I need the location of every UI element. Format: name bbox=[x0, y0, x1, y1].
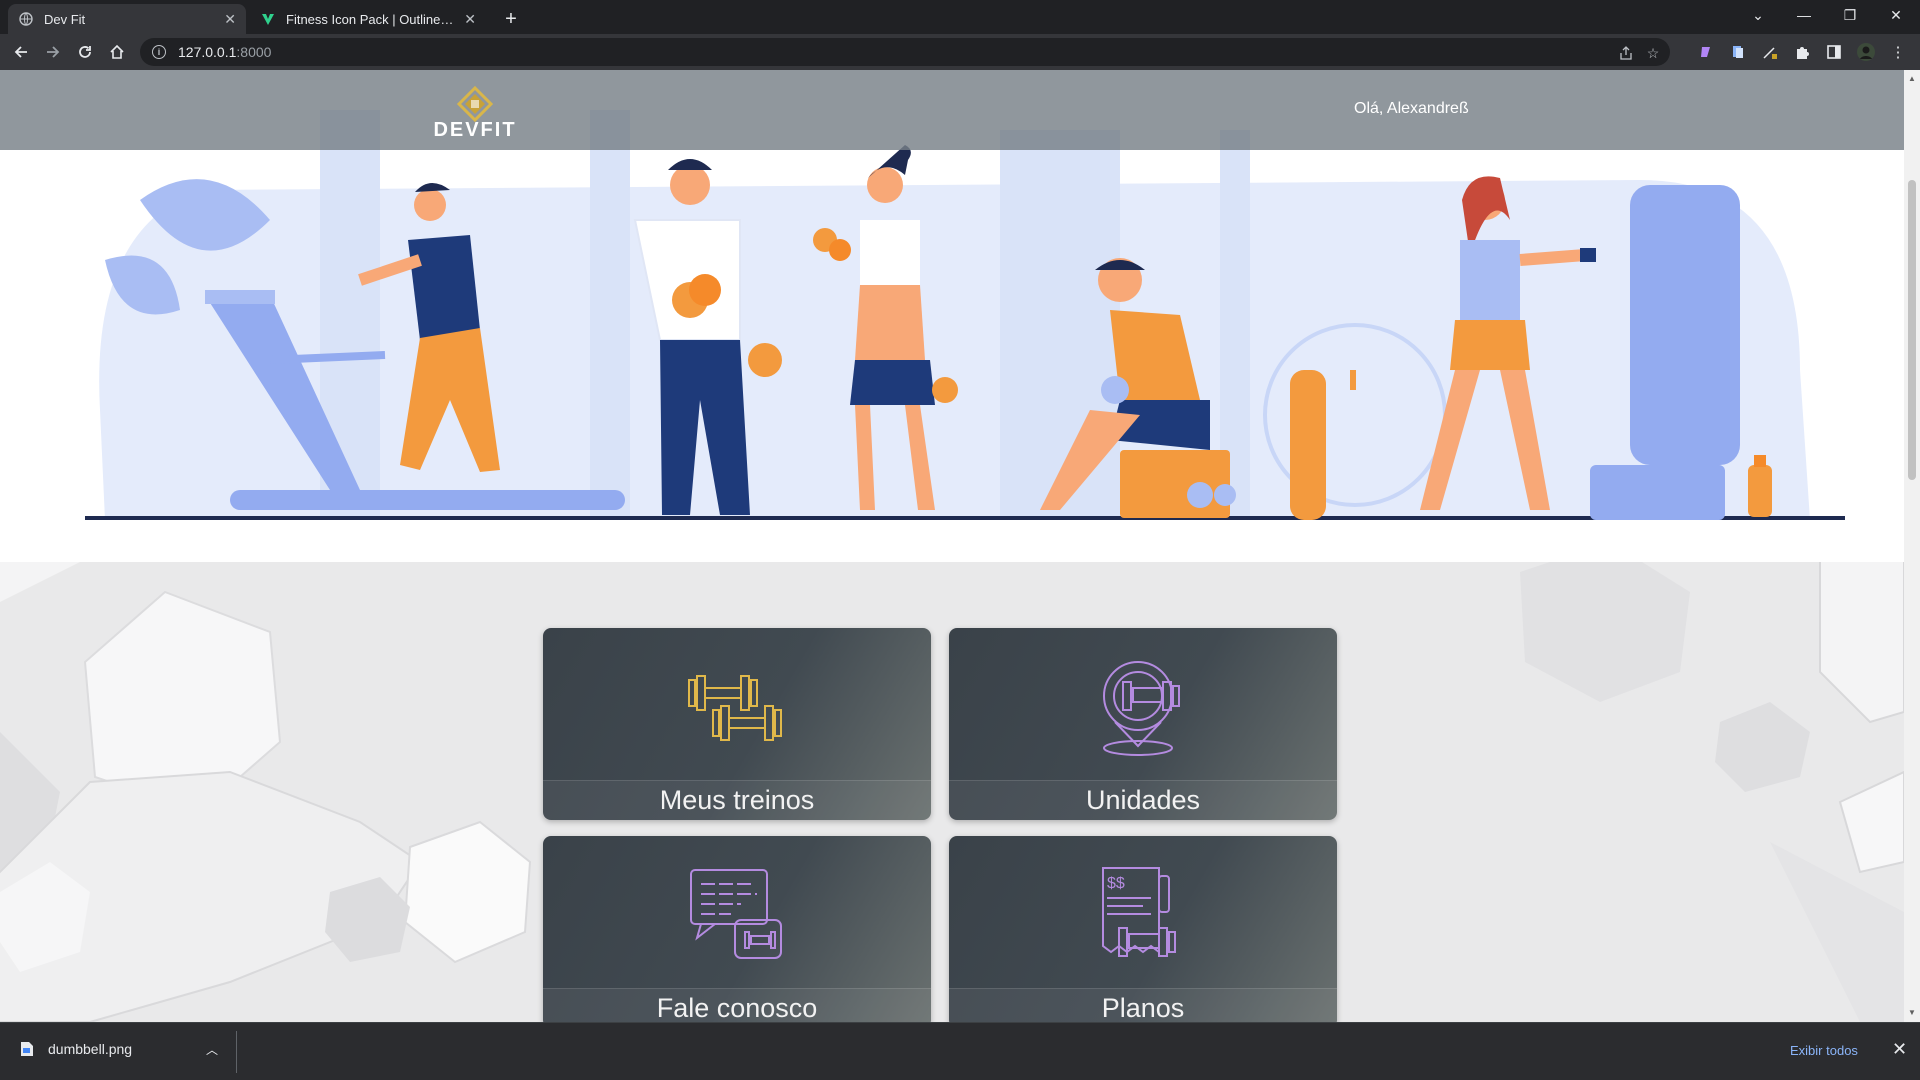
extension-purple-icon[interactable] bbox=[1696, 42, 1716, 62]
chrome-menu-icon[interactable]: ⋮ bbox=[1888, 42, 1908, 62]
window-close-button[interactable]: ✕ bbox=[1873, 0, 1919, 30]
site-navbar: DEVFIT Olá, Alexandreß bbox=[0, 70, 1904, 150]
chat-dumbbell-icon bbox=[690, 869, 782, 959]
page-viewport: DEVFIT Olá, Alexandreß Meus treinos Unid… bbox=[0, 70, 1904, 1022]
close-downloads-icon[interactable]: ✕ bbox=[1892, 1039, 1907, 1060]
bookmark-star-icon[interactable]: ☆ bbox=[1645, 45, 1661, 61]
scroll-up-icon[interactable]: ▲ bbox=[1908, 74, 1916, 83]
card-label: Meus treinos bbox=[543, 780, 931, 820]
close-tab-icon[interactable]: ✕ bbox=[224, 11, 236, 28]
tab-fitness-icon-pack[interactable]: Fitness Icon Pack | Outline Gradient ✕ bbox=[250, 4, 486, 34]
tab-title: Dev Fit bbox=[44, 11, 86, 27]
invoice-dumbbell-icon: $$ bbox=[1102, 867, 1176, 957]
share-icon[interactable] bbox=[1618, 45, 1634, 61]
card-label: Fale conosco bbox=[543, 988, 931, 1022]
browser-tab-strip: Dev Fit ✕ Fitness Icon Pack | Outline Gr… bbox=[0, 0, 1920, 34]
card-planos[interactable]: $$ Planos bbox=[949, 836, 1337, 1022]
scroll-down-icon[interactable]: ▼ bbox=[1908, 1008, 1916, 1017]
site-info-icon[interactable]: i bbox=[152, 45, 166, 59]
card-unidades[interactable]: Unidades bbox=[949, 628, 1337, 820]
extensions-puzzle-icon[interactable] bbox=[1792, 42, 1812, 62]
logo-text: DEVFIT bbox=[433, 119, 516, 140]
location-dumbbell-icon bbox=[1103, 661, 1180, 756]
card-meus-treinos[interactable]: Meus treinos bbox=[543, 628, 931, 820]
side-panel-icon[interactable] bbox=[1824, 42, 1844, 62]
download-item[interactable]: dumbbell.png bbox=[20, 1041, 132, 1057]
back-icon[interactable] bbox=[8, 39, 34, 65]
new-tab-button[interactable]: + bbox=[498, 6, 524, 32]
restore-button[interactable]: ❐ bbox=[1827, 0, 1873, 30]
browser-toolbar: i 127.0.0.1:8000 ☆ ⋮ bbox=[0, 34, 1920, 70]
card-label: Unidades bbox=[949, 780, 1337, 820]
vecteezy-logo-icon bbox=[260, 11, 276, 27]
user-greeting[interactable]: Olá, Alexandreß bbox=[1354, 100, 1469, 118]
home-icon[interactable] bbox=[104, 39, 130, 65]
forward-icon[interactable] bbox=[40, 39, 66, 65]
tab-search-button[interactable]: ⌄ bbox=[1735, 0, 1781, 30]
download-file-name: dumbbell.png bbox=[48, 1041, 133, 1057]
url-host: 127.0.0.1 bbox=[178, 44, 237, 60]
globe-icon bbox=[18, 11, 34, 27]
tab-title: Fitness Icon Pack | Outline Gradient bbox=[286, 11, 456, 27]
profile-avatar[interactable] bbox=[1856, 42, 1876, 62]
page-scrollbar[interactable]: ▲ ▼ bbox=[1904, 70, 1920, 1022]
hero-banner: DEVFIT Olá, Alexandreß bbox=[0, 70, 1904, 562]
image-file-icon bbox=[21, 1042, 33, 1056]
url-text: 127.0.0.1:8000 bbox=[178, 44, 271, 60]
downloads-bar: dumbbell.png ︿ Exibir todos ✕ bbox=[0, 1022, 1920, 1080]
close-tab-icon[interactable]: ✕ bbox=[464, 11, 476, 28]
address-bar[interactable]: i 127.0.0.1:8000 ☆ bbox=[140, 38, 1670, 66]
dumbbell-icon bbox=[688, 675, 782, 741]
show-all-downloads-button[interactable]: Exibir todos bbox=[1790, 1043, 1858, 1058]
svg-text:$$: $$ bbox=[1107, 875, 1125, 892]
extension-docs-icon[interactable] bbox=[1728, 42, 1748, 62]
tab-dev-fit[interactable]: Dev Fit ✕ bbox=[8, 4, 246, 34]
url-port: :8000 bbox=[236, 44, 272, 60]
card-fale-conosco[interactable]: Fale conosco bbox=[543, 836, 931, 1022]
devfit-logo[interactable]: DEVFIT bbox=[425, 85, 525, 141]
scrollbar-thumb[interactable] bbox=[1908, 180, 1916, 480]
reload-icon[interactable] bbox=[72, 39, 98, 65]
divider bbox=[236, 1031, 237, 1073]
chevron-up-icon[interactable]: ︿ bbox=[206, 1041, 218, 1058]
card-label: Planos bbox=[949, 988, 1337, 1022]
minimize-button[interactable]: — bbox=[1781, 0, 1827, 30]
extension-color-picker-icon[interactable] bbox=[1760, 42, 1780, 62]
